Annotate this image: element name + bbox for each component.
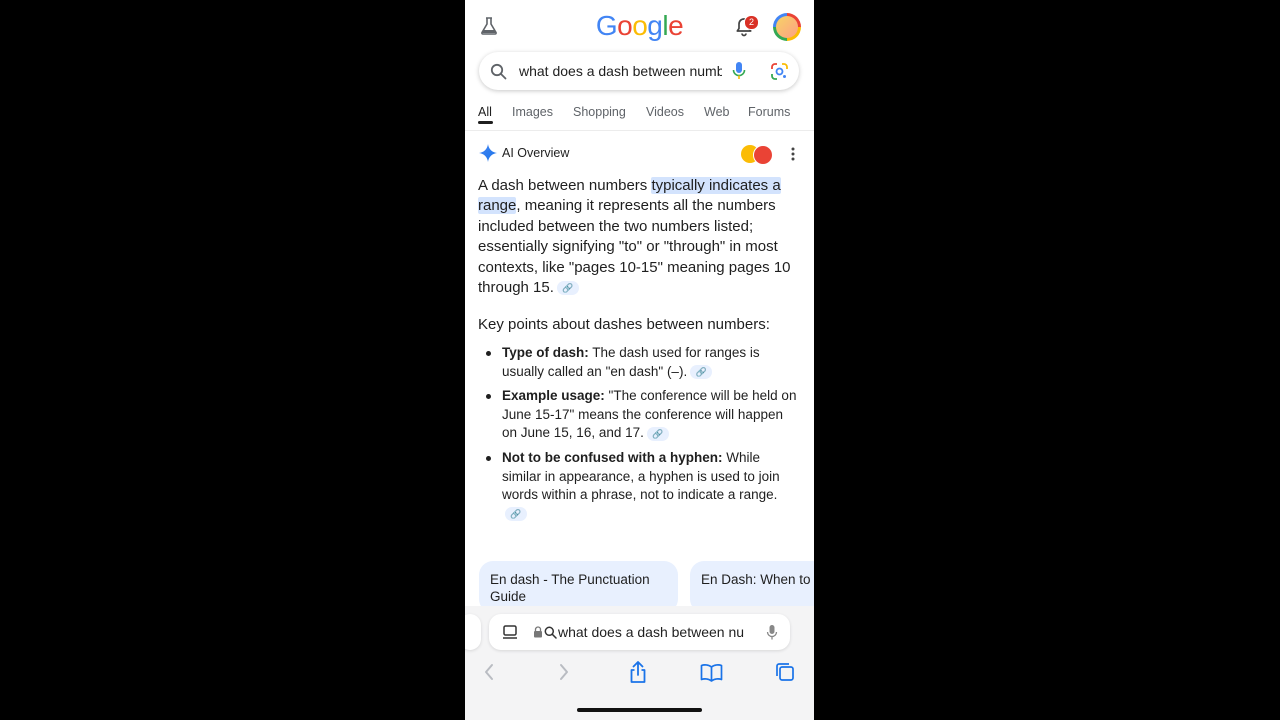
citation-link-icon[interactable]: 🔗 xyxy=(690,365,713,380)
tab-images[interactable]: Images xyxy=(512,105,553,119)
home-indicator[interactable] xyxy=(577,708,702,712)
ai-overview-label: AI Overview xyxy=(502,146,570,160)
voice-search-mic-icon[interactable] xyxy=(731,61,747,81)
logo-letter: g xyxy=(647,10,663,41)
avatar-image xyxy=(776,16,798,38)
bullet-title: Type of dash: xyxy=(502,345,589,360)
bookmarks-icon[interactable] xyxy=(700,663,723,682)
tab-videos[interactable]: Videos xyxy=(646,105,684,119)
phone-screen: Google 2 what does a dash between numb A… xyxy=(465,0,814,720)
tab-forums[interactable]: Forums xyxy=(748,105,790,119)
para-rest: , meaning it represents all the numbers … xyxy=(478,197,791,297)
citation-link-icon[interactable]: 🔗 xyxy=(556,281,579,296)
search-icon xyxy=(490,63,507,80)
address-bar-text[interactable]: what does a dash between nu xyxy=(558,624,752,640)
google-logo[interactable]: Google xyxy=(465,10,814,42)
lock-icon xyxy=(534,626,542,638)
search-input[interactable]: what does a dash between numb xyxy=(519,63,722,79)
para-highlight[interactable]: typically indicates a xyxy=(651,177,781,194)
list-item: Not to be confused with a hyphen: While … xyxy=(478,449,798,523)
tabs-icon[interactable] xyxy=(775,662,795,682)
source-favicon-2[interactable] xyxy=(753,145,773,165)
para-highlight-cont[interactable]: range xyxy=(478,197,517,215)
tab-web[interactable]: Web xyxy=(704,105,729,119)
list-item: Example usage: "The conference will be h… xyxy=(478,387,798,443)
logo-letter: o xyxy=(632,10,648,41)
ai-overview-paragraph: A dash between numbers typically indicat… xyxy=(478,176,804,298)
tab-all[interactable]: All xyxy=(478,105,492,119)
bullet-title: Example usage: xyxy=(502,388,605,404)
back-chevron-icon[interactable] xyxy=(483,663,495,681)
key-points-heading: Key points about dashes between numbers: xyxy=(478,316,770,333)
list-item: Type of dash: The dash used for ranges i… xyxy=(478,344,798,381)
forward-chevron-icon[interactable] xyxy=(558,663,570,681)
bullet-title: Not to be confused with a hyphen: xyxy=(502,449,723,465)
source-card-title: En Dash: When to (with Examples) -... xyxy=(701,572,814,587)
logo-letter: e xyxy=(668,10,684,41)
page-menu-icon[interactable] xyxy=(502,625,518,640)
google-lens-icon[interactable] xyxy=(770,62,789,81)
citation-link-icon[interactable]: 🔗 xyxy=(505,507,527,522)
logo-letter: G xyxy=(595,10,618,41)
notification-badge: 2 xyxy=(744,15,759,30)
search-tabs: All Images Shopping Videos Web Forums xyxy=(478,98,814,128)
tab-shopping[interactable]: Shopping xyxy=(573,105,626,119)
logo-letter: o xyxy=(617,10,633,41)
gemini-sparkle-icon xyxy=(479,144,497,162)
mic-icon[interactable] xyxy=(766,624,778,641)
search-icon xyxy=(544,626,557,639)
active-tab-indicator xyxy=(478,121,493,124)
search-box[interactable]: what does a dash between numb xyxy=(479,52,799,90)
citation-link-icon[interactable]: 🔗 xyxy=(646,426,669,441)
para-lead: A dash between numbers xyxy=(478,177,652,194)
previous-tab-pill[interactable] xyxy=(465,614,481,650)
tabs-divider xyxy=(465,130,814,131)
key-points-list: Type of dash: The dash used for ranges i… xyxy=(478,344,798,529)
more-options-icon[interactable] xyxy=(787,146,799,162)
share-icon[interactable] xyxy=(628,660,648,684)
